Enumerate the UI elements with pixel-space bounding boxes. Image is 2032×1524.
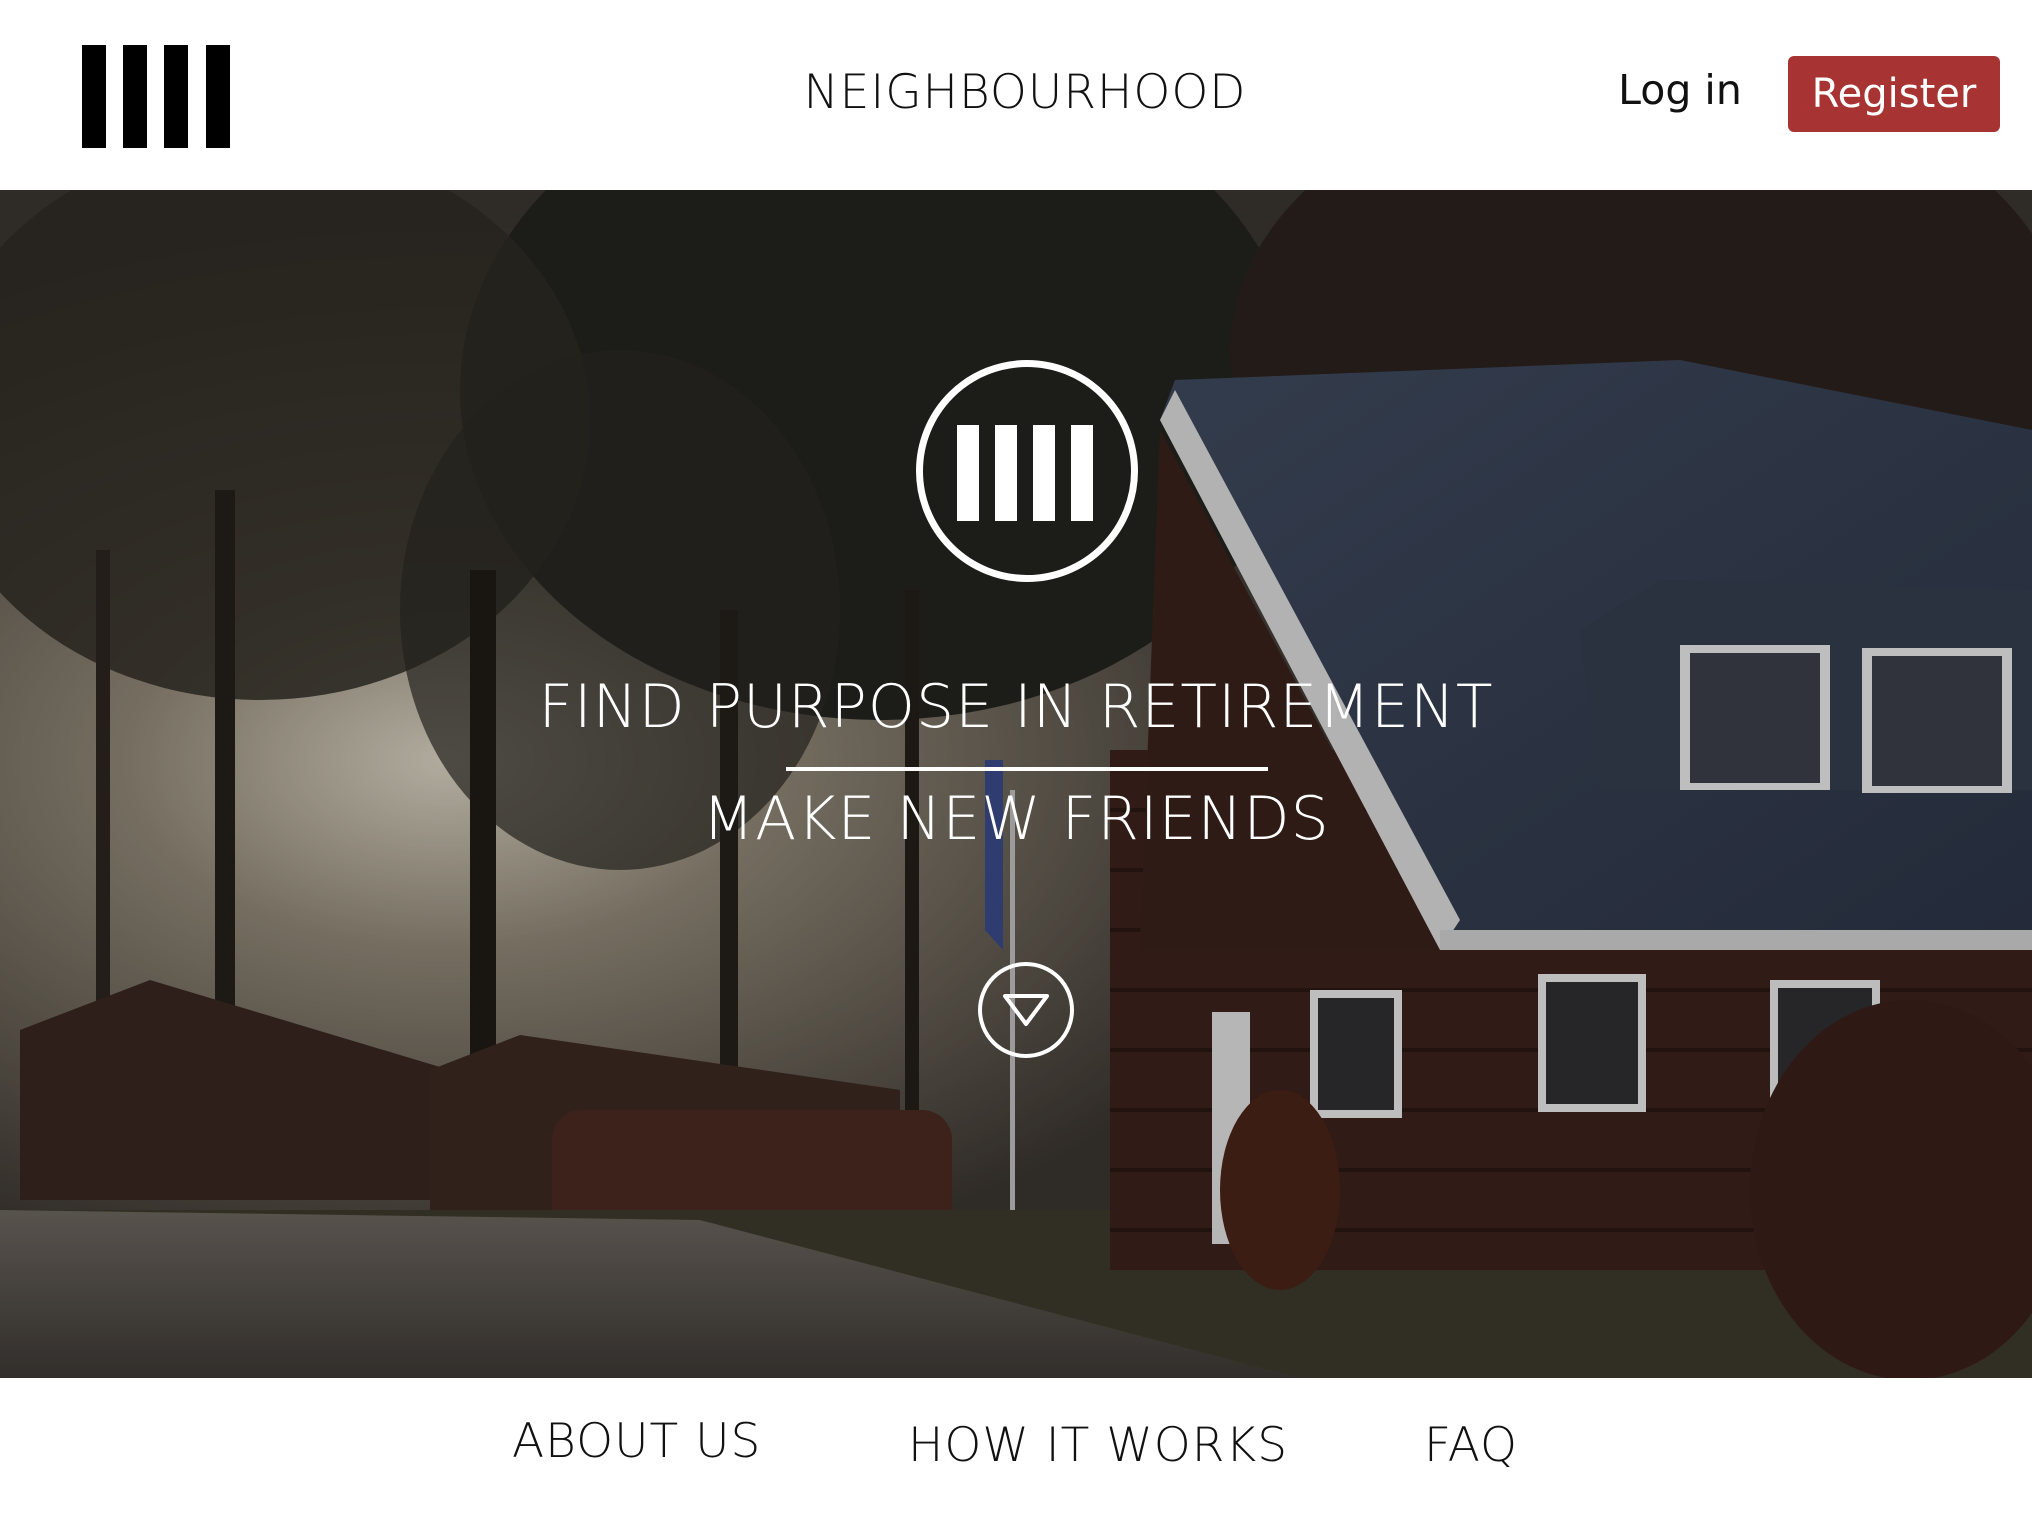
hero-logo-bar bbox=[995, 425, 1017, 521]
register-button[interactable]: Register bbox=[1788, 56, 2000, 132]
scroll-down-button[interactable] bbox=[978, 962, 1074, 1058]
hero-logo-icon bbox=[916, 360, 1138, 582]
logo-bar bbox=[82, 45, 106, 148]
site-title: NEIGHBOURHOOD bbox=[803, 65, 1247, 120]
hero-logo-bar bbox=[1033, 425, 1055, 521]
hero-logo-bar bbox=[957, 425, 979, 521]
logo-icon[interactable] bbox=[82, 45, 230, 148]
site-header: NEIGHBOURHOOD Log in Register bbox=[0, 0, 2032, 190]
hero-divider bbox=[786, 767, 1268, 771]
chevron-down-icon bbox=[1003, 994, 1049, 1026]
login-link[interactable]: Log in bbox=[1610, 66, 1750, 114]
hero-subheadline: MAKE NEW FRIENDS bbox=[702, 784, 1330, 854]
hero-logo-bar bbox=[1071, 425, 1093, 521]
logo-bar bbox=[164, 45, 188, 148]
nav-item-how-it-works[interactable]: HOW IT WORKS bbox=[908, 1418, 1288, 1473]
hero-section: FIND PURPOSE IN RETIREMENT MAKE NEW FRIE… bbox=[0, 190, 2032, 1378]
logo-bar bbox=[206, 45, 230, 148]
bottom-nav: ABOUT US HOW IT WORKS FAQ bbox=[0, 1378, 2032, 1524]
nav-item-about-us[interactable]: ABOUT US bbox=[512, 1414, 761, 1469]
nav-item-faq[interactable]: FAQ bbox=[1424, 1418, 1518, 1473]
hero-headline: FIND PURPOSE IN RETIREMENT bbox=[538, 672, 1494, 742]
logo-bar bbox=[123, 45, 147, 148]
